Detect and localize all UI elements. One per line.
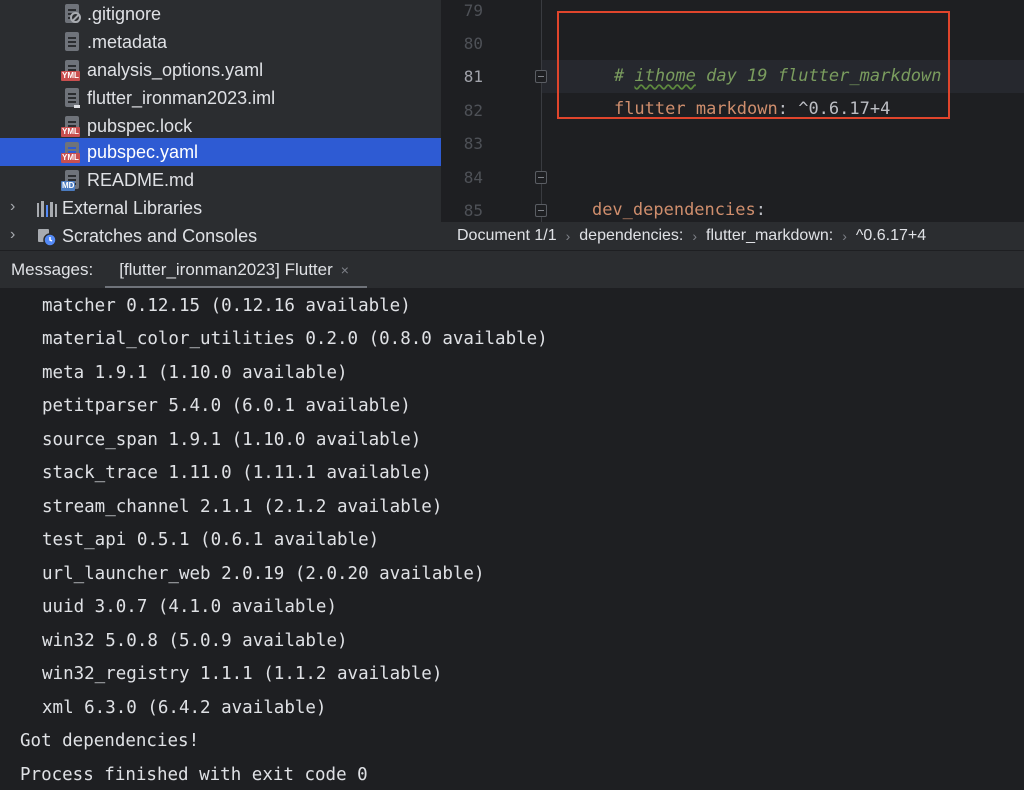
tree-item-label: External Libraries [62,197,203,218]
tree-item-label: Scratches and Consoles [62,225,258,246]
yaml-file-icon: YML [61,59,83,81]
chevron-right-icon: › [842,228,847,244]
tree-item-label: pubspec.yaml [87,141,199,162]
console-line: source_span 1.9.1 (1.10.0 available) [42,430,422,450]
line-number: 84 [463,168,483,187]
tree-item-label: README.md [87,169,195,190]
console-line: url_launcher_web 2.0.19 (2.0.20 availabl… [42,564,485,584]
console-line: stack_trace 1.11.0 (1.11.1 available) [42,463,432,483]
fold-icon[interactable] [535,204,547,217]
project-tree: .gitignore .metadata YML analysis_option… [0,0,441,250]
tree-item-gitignore[interactable]: .gitignore [0,0,441,28]
tree-item-iml[interactable]: flutter_ironman2023.iml [0,84,441,112]
tree-item-label: pubspec.lock [87,115,193,136]
breadcrumb-item[interactable]: dependencies: [579,227,683,245]
breadcrumb: Document 1/1 › dependencies: › flutter_m… [441,222,1024,250]
console-line: xml 6.3.0 (6.4.2 available) [42,698,327,718]
tree-item-label: flutter_ironman2023.iml [87,87,276,108]
iml-file-icon [61,87,83,109]
yaml-colon: : [755,200,766,220]
tree-item-readme[interactable]: MD README.md [0,166,441,194]
tree-item-external-libraries[interactable]: › External Libraries [0,194,441,222]
line-number: 80 [463,34,483,53]
console-line: uuid 3.0.7 (4.1.0 available) [42,597,338,617]
text-file-icon [61,31,83,53]
line-number-current: 81 [463,67,483,86]
scratches-icon [36,225,58,247]
gitignore-file-icon [61,3,83,25]
code-line-85: flutter_test: [573,194,747,222]
chevron-right-icon[interactable]: › [10,226,26,246]
tree-item-metadata[interactable]: .metadata [0,28,441,56]
console-line: win32 5.0.8 (5.0.9 available) [42,631,348,651]
code-line-84: dev_dependencies: [551,161,766,220]
yaml-file-icon: YML [61,141,83,163]
breadcrumb-item[interactable]: ^0.6.17+4 [856,227,926,245]
fold-icon[interactable] [535,70,547,83]
console-line: test_api 0.5.1 (0.6.1 available) [42,530,380,550]
console-line: matcher 0.12.15 (0.12.16 available) [42,296,411,316]
tab-flutter-messages[interactable]: [flutter_ironman2023] Flutter × [105,251,367,289]
messages-tab-bar: Messages: [flutter_ironman2023] Flutter … [0,250,1024,289]
fold-icon[interactable] [535,171,547,184]
annotation-highlight-box [557,11,950,119]
chevron-right-icon: › [692,228,698,244]
console-status-line: Process finished with exit code 0 [20,765,368,785]
yaml-file-icon: YML [61,115,83,137]
markdown-file-icon: MD [61,169,83,191]
tree-item-scratches[interactable]: › Scratches and Consoles [0,222,441,250]
console-line: meta 1.9.1 (1.10.0 available) [42,363,348,383]
chevron-right-icon[interactable]: › [10,198,26,218]
line-number: 83 [463,134,483,153]
console-line: material_color_utilities 0.2.0 (0.8.0 av… [42,329,548,349]
line-number: 79 [463,1,483,20]
line-number: 85 [463,201,483,220]
tree-item-label: .gitignore [87,3,162,24]
breadcrumb-item[interactable]: flutter_markdown: [706,227,833,245]
close-icon[interactable]: × [341,262,349,278]
chevron-right-icon: › [565,228,571,244]
library-icon [36,197,58,219]
tree-item-pubspec-yaml[interactable]: YML pubspec.yaml [0,138,441,166]
breadcrumb-item[interactable]: Document 1/1 [457,227,557,245]
tree-item-analysis-options[interactable]: YML analysis_options.yaml [0,56,441,84]
tree-item-label: .metadata [87,31,168,52]
console-line: stream_channel 2.1.1 (2.1.2 available) [42,497,443,517]
tree-item-label: analysis_options.yaml [87,59,264,80]
line-number: 82 [463,101,483,120]
console-line: petitparser 5.4.0 (6.0.1 available) [42,396,411,416]
tab-label: [flutter_ironman2023] Flutter [119,259,333,279]
panel-label: Messages: [11,259,94,279]
console-status-line: Got dependencies! [20,731,200,751]
console-line: win32_registry 1.1.1 (1.1.2 available) [42,664,443,684]
indent-guide [541,0,542,222]
code-editor[interactable]: 79 80 81 82 83 84 85 # ithome day 19 flu… [441,0,1024,222]
console-output[interactable]: matcher 0.12.15 (0.12.16 available) mate… [0,288,1024,790]
tree-item-pubspec-lock[interactable]: YML pubspec.lock [0,112,441,140]
